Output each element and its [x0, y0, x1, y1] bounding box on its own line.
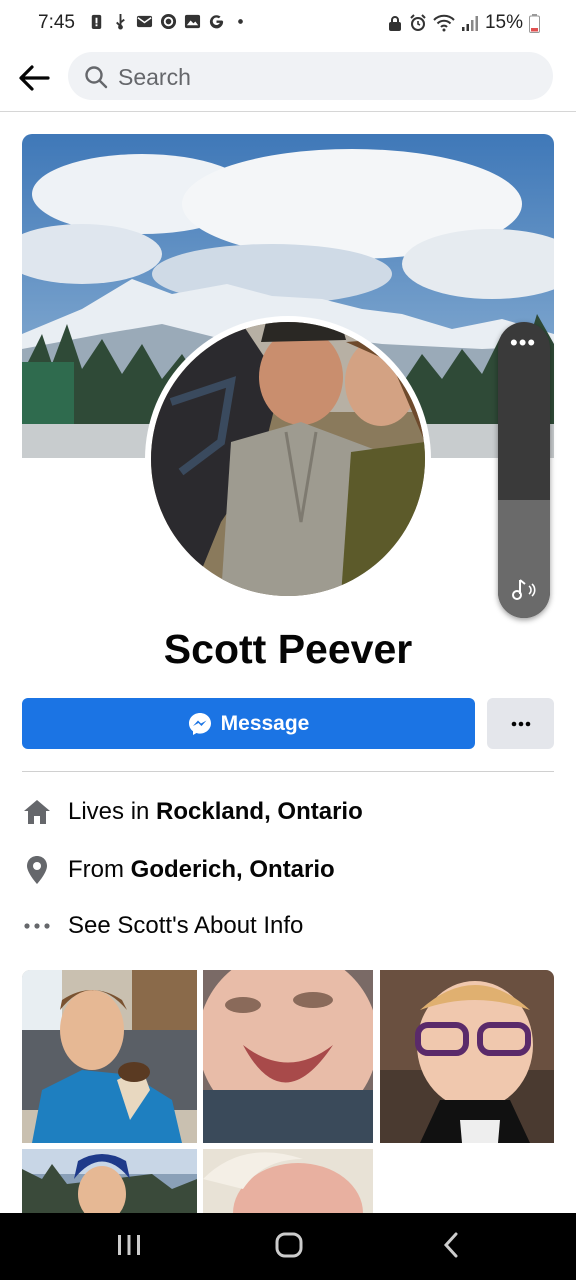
back-arrow-icon	[19, 65, 50, 91]
more-icon	[511, 721, 530, 726]
battery-alert-icon	[91, 14, 102, 30]
search-input[interactable]: Search	[68, 52, 553, 100]
system-navigation-bar	[0, 1213, 576, 1280]
google-icon	[209, 15, 224, 29]
alarm-icon	[410, 14, 426, 31]
photo-boy-with-ice-cream[interactable]	[22, 970, 197, 1143]
see-about-info-link[interactable]: See Scott's About Info	[68, 912, 303, 940]
volume-more-icon[interactable]: •••	[510, 332, 536, 354]
gallery-icon	[184, 14, 201, 29]
notification-icons	[88, 13, 249, 30]
more-horizontal-icon	[22, 911, 52, 941]
info-about[interactable]: See Scott's About Info	[22, 906, 554, 946]
message-button[interactable]: Message	[22, 698, 475, 749]
status-bar: 7:45 15%	[0, 0, 576, 48]
lives-in-place[interactable]: Rockland, Ontario	[156, 798, 363, 825]
lock-icon	[388, 15, 401, 31]
mail-icon	[136, 15, 153, 28]
from-place[interactable]: Goderich, Ontario	[131, 856, 335, 883]
lives-in-prefix: Lives in	[68, 798, 157, 825]
from-prefix: From	[68, 856, 131, 883]
back-button[interactable]	[14, 58, 54, 98]
search-icon	[85, 66, 108, 89]
home-nav-icon[interactable]	[274, 1229, 304, 1261]
search-placeholder: Search	[118, 64, 191, 90]
recent-apps-icon[interactable]	[116, 1229, 142, 1261]
sync-icon	[160, 13, 177, 30]
home-icon	[22, 797, 52, 827]
battery-percent: 15%	[484, 12, 523, 33]
photo-newborn-baby[interactable]	[203, 1149, 373, 1213]
signal-icon	[461, 16, 478, 31]
profile-name: Scott Peever	[163, 626, 413, 672]
battery-icon	[529, 13, 540, 33]
volume-slider[interactable]: •••	[498, 322, 550, 618]
status-time: 7:45	[38, 12, 75, 33]
usb-icon	[116, 13, 125, 30]
divider	[22, 771, 554, 772]
photo-laughing-baby[interactable]	[203, 970, 373, 1143]
info-lives-in[interactable]: Lives in Rockland, Ontario	[22, 792, 554, 832]
photo-child-in-hat[interactable]	[22, 1149, 197, 1213]
search-header: Search	[0, 48, 576, 112]
location-pin-icon	[22, 855, 52, 885]
profile-picture[interactable]	[151, 322, 425, 596]
info-from[interactable]: From Goderich, Ontario	[22, 850, 554, 890]
back-nav-icon[interactable]	[440, 1229, 462, 1261]
message-button-label: Message	[220, 711, 310, 735]
more-options-button[interactable]	[487, 698, 554, 749]
dot-icon	[238, 19, 243, 24]
photo-baby-with-glasses[interactable]	[380, 970, 554, 1143]
wifi-icon	[433, 14, 455, 32]
messenger-icon	[188, 712, 211, 735]
music-note-icon	[512, 579, 536, 600]
system-icons: 15%	[387, 12, 540, 34]
